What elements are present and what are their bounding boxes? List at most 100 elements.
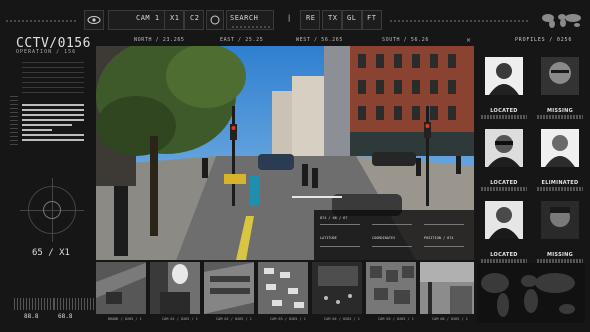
level-bar <box>22 134 84 136</box>
profile-photo <box>485 201 523 239</box>
profile-status: MISSING <box>546 252 574 258</box>
scope-inner-ring <box>43 201 61 219</box>
info-overlay: 874 / 66 / 67 LATITUDE COORDINATES POSIT… <box>314 210 474 260</box>
profile-card[interactable]: LOCATED <box>477 117 529 191</box>
overlay-bar <box>372 224 412 225</box>
profile-status: LOCATED <box>490 252 518 258</box>
thumbnail-drone[interactable] <box>96 262 148 314</box>
ft-label: FT <box>367 14 377 22</box>
profile-status: LOCATED <box>490 180 518 186</box>
thumbnail-cam01[interactable] <box>150 262 202 314</box>
camera-thumbnails <box>96 262 474 314</box>
value-right: 68.8 <box>58 313 73 320</box>
overlay-cell-4: POSITION / 874 <box>424 236 454 240</box>
level-bars <box>22 104 84 144</box>
value-left: 88.8 <box>24 313 39 320</box>
profile-card[interactable]: LOCATED <box>477 189 529 263</box>
coord-north: NORTH / 23.265 <box>134 37 185 43</box>
left-panel: CCTV/0156 OPERATION / 156 65 / X1 88.8 6… <box>10 36 94 328</box>
profile-card[interactable]: MISSING <box>533 189 585 263</box>
level-bar <box>22 119 84 121</box>
cctv-dashboard: CAM 1 X1 C2 SEARCH | RE TX GL FT CCTV/01… <box>0 0 590 332</box>
person-icon <box>541 201 579 239</box>
x1-label: X1 <box>170 14 180 22</box>
profile-photo <box>485 129 523 167</box>
profile-card[interactable]: MISSING <box>533 45 585 119</box>
separator: | <box>287 14 292 22</box>
close-icon[interactable]: × <box>466 37 471 44</box>
overlay-bar <box>320 246 360 247</box>
profiles-panel: PROFILES / 0256 LOCATED MISSING LOCATED <box>477 37 585 327</box>
re-label: RE <box>306 14 316 22</box>
record-icon <box>210 15 220 25</box>
eye-button[interactable] <box>84 10 104 30</box>
profile-status: LOCATED <box>490 108 518 114</box>
gl-label: GL <box>347 14 357 22</box>
thumb-label: CAM 02 / 0265 / 1 <box>216 317 252 321</box>
thumbnail-image <box>96 262 146 314</box>
side-ruler <box>10 96 18 146</box>
thumbnail-cam02[interactable] <box>204 262 256 314</box>
profile-photo <box>485 57 523 95</box>
coordinate-bar: NORTH / 23.265 EAST / 25.25 WEST / 56.26… <box>96 37 474 46</box>
person-icon <box>541 129 579 167</box>
thumbnail-image <box>420 262 474 314</box>
coord-south: SOUTH / 56.26 <box>382 37 429 43</box>
thumb-label: CAM 03 / 0265 / 1 <box>270 317 306 321</box>
page-subtitle: OPERATION / 156 <box>16 49 77 55</box>
thumbnail-image <box>150 262 200 314</box>
top-toolbar: CAM 1 X1 C2 SEARCH | RE TX GL FT <box>0 10 590 32</box>
thumbnail-cam05[interactable] <box>366 262 418 314</box>
thumbnail-labels: DRONE / 0265 / 1 CAM 01 / 0265 / 1 CAM 0… <box>96 317 474 325</box>
world-map-icon <box>481 273 575 317</box>
level-bar <box>22 129 52 131</box>
overlay-cell-3: COORDINATES <box>372 236 396 240</box>
thumbnail-cam04[interactable] <box>312 262 364 314</box>
level-bar <box>22 114 84 116</box>
overlay-cell-2: LATITUDE <box>320 236 337 240</box>
toolbar-decor <box>6 20 76 22</box>
level-bar <box>22 109 84 111</box>
profile-photo <box>541 129 579 167</box>
tx-label: TX <box>328 14 338 22</box>
overlay-bar <box>424 224 464 225</box>
toolbar-decor-right <box>390 20 530 22</box>
thumb-label: CAM 01 / 0265 / 1 <box>162 317 198 321</box>
world-map-icon <box>542 14 581 28</box>
person-icon <box>485 57 523 95</box>
tick-ruler-right <box>54 298 94 310</box>
tick-ruler-left <box>14 298 54 310</box>
coord-west: WEST / 56.265 <box>296 37 343 43</box>
profiles-heading: PROFILES / 0256 <box>515 37 573 43</box>
level-bar <box>22 124 72 126</box>
thumbnail-image <box>312 262 362 314</box>
profile-card[interactable]: ELIMINATED <box>533 117 585 191</box>
person-icon <box>541 57 579 95</box>
overlay-bar <box>372 246 412 247</box>
thumb-label: CAM 06 / 0265 / 1 <box>432 317 468 321</box>
profile-status: ELIMINATED <box>541 180 579 186</box>
profile-status: MISSING <box>546 108 574 114</box>
thumb-label: CAM 04 / 0265 / 1 <box>324 317 360 321</box>
camera-label: CAM 1 <box>136 14 160 22</box>
thumbnail-cam06[interactable] <box>420 262 474 314</box>
thumbnail-image <box>204 262 254 314</box>
search-decor <box>232 26 272 28</box>
level-bar <box>22 139 84 141</box>
thumbnail-cam03[interactable] <box>258 262 310 314</box>
c2-label: C2 <box>190 14 200 22</box>
world-map[interactable] <box>477 263 585 323</box>
person-icon <box>485 129 523 167</box>
world-map-mini <box>540 10 584 30</box>
profile-photo <box>541 57 579 95</box>
person-icon <box>485 201 523 239</box>
search-label: SEARCH <box>230 14 259 22</box>
thumbnail-image <box>366 262 416 314</box>
eye-icon <box>87 16 101 24</box>
thumb-label: CAM 05 / 0265 / 1 <box>378 317 414 321</box>
overlay-cell-1: 874 / 66 / 67 <box>320 216 348 220</box>
record-button[interactable] <box>206 10 224 30</box>
profile-card[interactable]: LOCATED <box>477 45 529 119</box>
thumb-label: DRONE / 0265 / 1 <box>108 317 142 321</box>
main-camera-feed[interactable]: 874 / 66 / 67 LATITUDE COORDINATES POSIT… <box>96 46 474 260</box>
